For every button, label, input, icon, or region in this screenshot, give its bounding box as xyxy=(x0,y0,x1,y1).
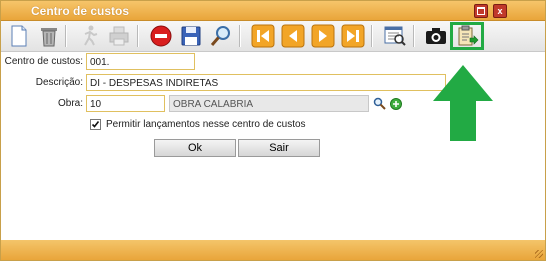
centro-label: Centro de custos: xyxy=(4,56,83,67)
title-bar[interactable]: Centro de custos x xyxy=(1,1,545,21)
permitir-checkbox[interactable] xyxy=(90,119,101,130)
obra-code-input[interactable]: 10 xyxy=(86,95,165,112)
search-icon[interactable] xyxy=(209,24,233,48)
maximize-button[interactable] xyxy=(474,4,488,18)
obra-label: Obra: xyxy=(57,98,83,109)
obra-name-field: OBRA CALABRIA xyxy=(169,95,369,112)
window-title: Centro de custos xyxy=(31,4,130,18)
descricao-input[interactable]: DI - DESPESAS INDIRETAS xyxy=(86,74,446,91)
save-icon[interactable] xyxy=(179,24,203,48)
previous-record-icon[interactable] xyxy=(281,24,305,48)
ok-button[interactable]: Ok xyxy=(154,139,236,157)
clipboard-export-icon[interactable] xyxy=(450,22,484,50)
close-button[interactable]: x xyxy=(493,4,507,18)
centro-de-custos-window: Centro de custos x Centro de custos: 001… xyxy=(0,0,546,261)
obra-add-icon[interactable] xyxy=(390,97,402,110)
camera-icon[interactable] xyxy=(424,24,448,48)
new-icon[interactable] xyxy=(7,24,31,48)
print-icon[interactable] xyxy=(107,24,131,48)
last-record-icon[interactable] xyxy=(341,24,365,48)
status-bar xyxy=(1,240,545,260)
highlight-arrow xyxy=(432,63,494,143)
report-icon[interactable] xyxy=(383,24,407,48)
run-icon[interactable] xyxy=(77,24,101,48)
next-record-icon[interactable] xyxy=(311,24,335,48)
permitir-label: Permitir lançamentos nesse centro de cus… xyxy=(106,119,306,130)
sair-button[interactable]: Sair xyxy=(238,139,320,157)
centro-input[interactable]: 001. xyxy=(86,53,195,70)
first-record-icon[interactable] xyxy=(251,24,275,48)
cancel-icon[interactable] xyxy=(149,24,173,48)
obra-search-icon[interactable] xyxy=(373,97,386,110)
toolbar xyxy=(1,21,545,52)
descricao-label: Descrição: xyxy=(35,77,83,88)
delete-icon[interactable] xyxy=(37,24,61,48)
resize-grip-icon[interactable] xyxy=(535,250,543,258)
